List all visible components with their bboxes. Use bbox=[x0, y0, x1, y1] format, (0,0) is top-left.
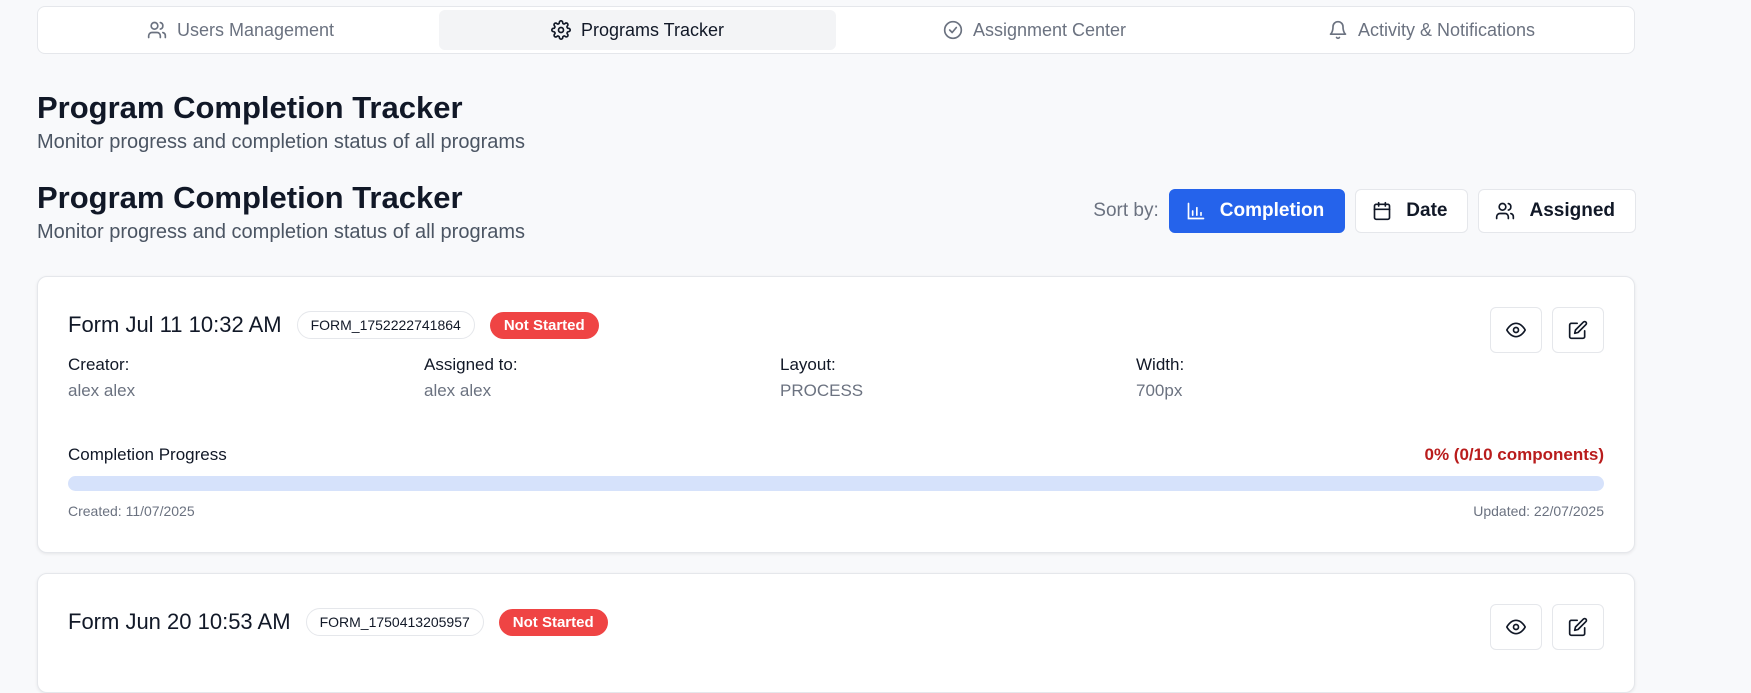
program-fields: Creator: alex alex Assigned to: alex ale… bbox=[68, 355, 1492, 401]
program-actions bbox=[1490, 604, 1604, 650]
page-subtitle: Monitor progress and completion status o… bbox=[37, 131, 526, 153]
updated-date: Updated: 22/07/2025 bbox=[1473, 503, 1604, 519]
edit-button[interactable] bbox=[1552, 604, 1604, 650]
field-value: alex alex bbox=[424, 381, 492, 400]
status-badge: Not Started bbox=[489, 311, 599, 339]
sort-completion-button[interactable]: Completion bbox=[1168, 189, 1346, 233]
page-title: Program Completion Tracker bbox=[37, 90, 463, 125]
tab-programs-tracker[interactable]: Programs Tracker bbox=[439, 10, 836, 50]
tab-label: Programs Tracker bbox=[580, 19, 725, 40]
program-title: Form Jul 11 10:32 AM bbox=[68, 312, 282, 337]
program-card: Form Jul 11 10:32 AM FORM_1752222741864 … bbox=[37, 276, 1635, 553]
sort-controls: Sort by: Completion Date Assigned bbox=[1093, 189, 1636, 233]
view-button[interactable] bbox=[1490, 307, 1542, 353]
eye-icon bbox=[1506, 322, 1526, 338]
eye-icon bbox=[1506, 619, 1526, 635]
progress-header: Completion Progress 0% (0/10 components) bbox=[68, 445, 1604, 465]
bar-chart-icon bbox=[1187, 202, 1205, 220]
progress-bar bbox=[68, 476, 1604, 491]
tab-label: Assignment Center bbox=[972, 19, 1127, 40]
edit-button[interactable] bbox=[1552, 307, 1604, 353]
tab-label: Activity & Notifications bbox=[1357, 19, 1536, 40]
field-label: Width: bbox=[1136, 355, 1185, 374]
users-icon bbox=[147, 21, 167, 39]
progress-value: 0% (0/10 components) bbox=[1424, 445, 1605, 464]
program-card-header: Form Jul 11 10:32 AM FORM_1752222741864 … bbox=[68, 311, 599, 339]
program-card-header: Form Jun 20 10:53 AM FORM_1750413205957 … bbox=[68, 608, 608, 636]
section-subtitle: Monitor progress and completion status o… bbox=[37, 221, 526, 243]
field-label: Creator: bbox=[68, 355, 130, 374]
edit-icon bbox=[1568, 617, 1588, 637]
field-label: Assigned to: bbox=[424, 355, 518, 374]
top-tab-bar: Users Management Programs Tracker Assign… bbox=[37, 6, 1635, 54]
sort-assigned-button[interactable]: Assigned bbox=[1478, 189, 1636, 233]
field-value: alex alex bbox=[68, 381, 136, 400]
section-title: Program Completion Tracker bbox=[37, 180, 463, 215]
program-dates: Created: 11/07/2025 Updated: 22/07/2025 bbox=[68, 503, 1604, 519]
field-assigned-to: Assigned to: alex alex bbox=[424, 355, 780, 401]
field-width: Width: 700px bbox=[1136, 355, 1492, 401]
status-badge: Not Started bbox=[498, 608, 608, 636]
sort-date-label: Date bbox=[1406, 200, 1448, 221]
program-title: Form Jun 20 10:53 AM bbox=[68, 609, 291, 634]
field-value: PROCESS bbox=[780, 381, 864, 400]
field-value: 700px bbox=[1136, 381, 1183, 400]
program-card: Form Jun 20 10:53 AM FORM_1750413205957 … bbox=[37, 573, 1635, 693]
program-code-badge: FORM_1752222741864 bbox=[296, 311, 475, 339]
field-label: Layout: bbox=[780, 355, 836, 374]
sort-label: Sort by: bbox=[1093, 200, 1159, 221]
gear-icon bbox=[551, 20, 571, 40]
tab-users-management[interactable]: Users Management bbox=[42, 10, 439, 50]
bell-icon bbox=[1329, 20, 1347, 40]
sort-completion-label: Completion bbox=[1219, 200, 1325, 221]
tab-label: Users Management bbox=[176, 19, 335, 40]
progress-label: Completion Progress bbox=[68, 445, 227, 464]
view-button[interactable] bbox=[1490, 604, 1542, 650]
program-actions bbox=[1490, 307, 1604, 353]
program-code-badge: FORM_1750413205957 bbox=[305, 608, 484, 636]
sort-date-button[interactable]: Date bbox=[1355, 189, 1469, 233]
edit-icon bbox=[1568, 320, 1588, 340]
check-circle-icon bbox=[943, 20, 963, 40]
created-date: Created: 11/07/2025 bbox=[68, 503, 195, 519]
sort-assigned-label: Assigned bbox=[1529, 200, 1615, 221]
tab-activity-notifications[interactable]: Activity & Notifications bbox=[1233, 10, 1630, 50]
calendar-icon bbox=[1373, 201, 1391, 221]
tab-assignment-center[interactable]: Assignment Center bbox=[836, 10, 1233, 50]
users-icon bbox=[1496, 202, 1515, 220]
field-layout: Layout: PROCESS bbox=[780, 355, 1136, 401]
field-creator: Creator: alex alex bbox=[68, 355, 424, 401]
